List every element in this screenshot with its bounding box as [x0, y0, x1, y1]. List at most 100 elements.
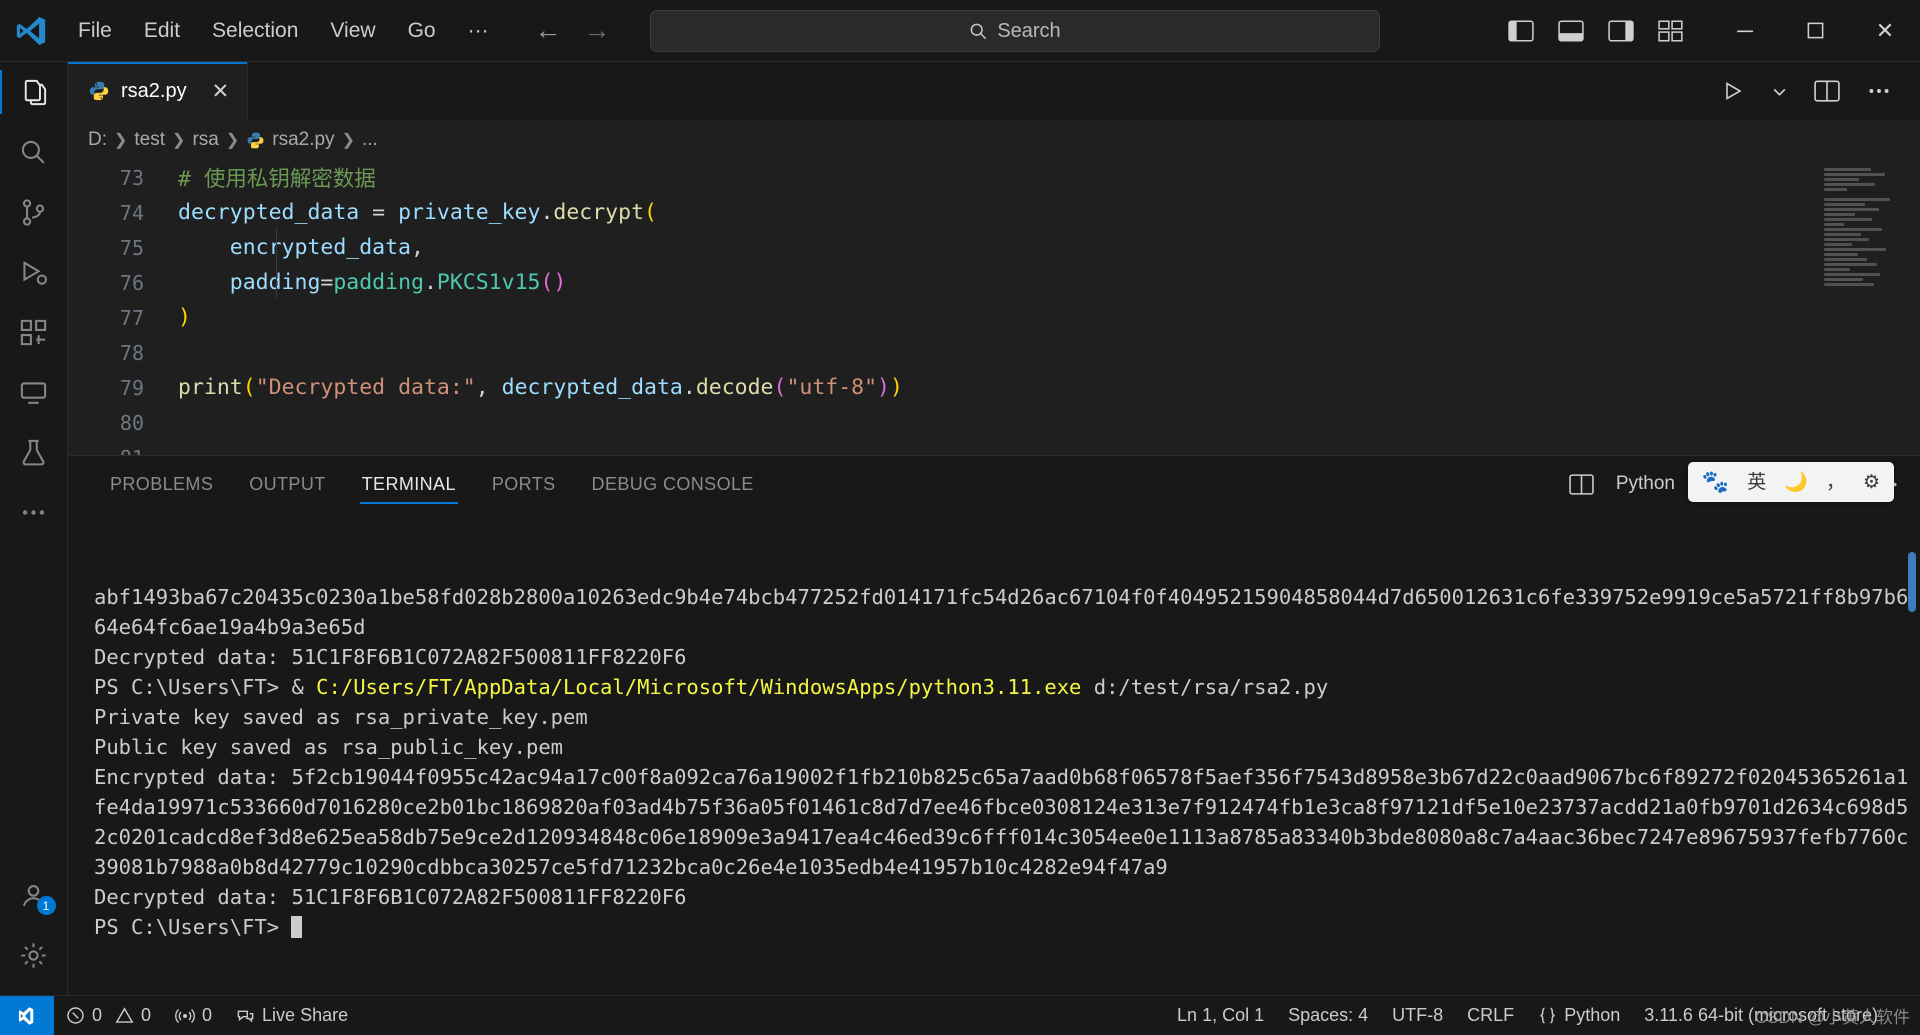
menu-more-icon[interactable]: ···: [452, 14, 505, 47]
tab-label: rsa2.py: [121, 79, 187, 102]
breadcrumb-item-drive[interactable]: D:: [88, 129, 107, 151]
breadcrumb-item-symbol[interactable]: ...: [362, 129, 378, 151]
split-pane-icon[interactable]: [1569, 473, 1594, 495]
status-language-mode[interactable]: Python: [1526, 1005, 1632, 1026]
close-icon[interactable]: ✕: [212, 79, 230, 104]
tab-terminal[interactable]: TERMINAL: [344, 456, 474, 512]
terminal-line: Public key saved as rsa_public_key.pem: [94, 735, 563, 759]
status-editor-position[interactable]: Ln 1, Col 1: [1165, 1005, 1276, 1026]
title-bar: File Edit Selection View Go ··· ← → Sear…: [0, 0, 1920, 62]
menu-edit[interactable]: Edit: [128, 14, 196, 47]
customize-layout-icon[interactable]: [1658, 19, 1684, 42]
manage-gear-icon[interactable]: [0, 925, 68, 985]
search-placeholder: Search: [997, 19, 1061, 42]
menu-file[interactable]: File: [62, 14, 128, 47]
minimap[interactable]: [1824, 168, 1902, 318]
line-number: 73: [119, 165, 144, 190]
more-actions-icon[interactable]: [1866, 80, 1892, 102]
activity-bar: 1: [0, 62, 68, 995]
accounts-icon[interactable]: 1: [0, 865, 68, 925]
line-number: 77: [119, 305, 144, 330]
terminal-output[interactable]: abf1493ba67c20435c0230a1be58fd028b2800a1…: [68, 512, 1920, 995]
terminal-lines: abf1493ba67c20435c0230a1be58fd028b2800a1…: [94, 582, 1920, 942]
line-number: 76: [119, 270, 144, 295]
status-ports[interactable]: 0: [163, 996, 224, 1035]
terminal-line: Private key saved as rsa_private_key.pem: [94, 705, 588, 729]
menu-bar: File Edit Selection View Go ···: [62, 0, 505, 61]
code-text: encrypted_data,: [229, 235, 424, 260]
error-count: 0: [92, 1005, 103, 1025]
status-live-share[interactable]: Live Share: [224, 996, 360, 1035]
code-line: 79 print("Decrypted data:", decrypted_dat…: [68, 370, 1920, 405]
editor-group: rsa2.py ✕ D: ❯ test ❯ rsa ❯ rsa2.py ❯ ..…: [68, 62, 1920, 995]
code-line: 77): [68, 300, 1920, 335]
terminal-line: PS C:\Users\FT> & C:/Users/FT/AppData/Lo…: [94, 675, 1329, 699]
maximize-button[interactable]: [1780, 0, 1850, 62]
vscode-logo-icon: [0, 14, 62, 48]
tab-rsa2-py[interactable]: rsa2.py ✕: [68, 62, 248, 120]
baidu-paw-icon[interactable]: 🐾: [1702, 471, 1729, 493]
menu-go[interactable]: Go: [392, 14, 452, 47]
ime-mode-label[interactable]: 英: [1747, 473, 1766, 492]
toggle-primary-sidebar-icon[interactable]: [1508, 19, 1534, 42]
warning-count: 0: [141, 1005, 152, 1025]
sidebar-item-remote-explorer[interactable]: [0, 362, 68, 422]
terminal-line: Decrypted data: 51C1F8F6B1C072A82F500811…: [94, 885, 687, 909]
panel-header: PROBLEMS OUTPUT TERMINAL PORTS DEBUG CON…: [68, 456, 1920, 512]
gear-icon[interactable]: ⚙: [1863, 473, 1880, 492]
chevron-down-icon[interactable]: [1771, 83, 1788, 100]
code-text: decrypted_data = private_key.decrypt(: [178, 200, 657, 225]
command-center-search[interactable]: Search: [650, 10, 1380, 52]
status-problems[interactable]: 0 0: [54, 996, 163, 1035]
moon-icon[interactable]: 🌙: [1784, 473, 1808, 492]
tab-problems[interactable]: PROBLEMS: [92, 456, 231, 512]
arrow-right-icon[interactable]: →: [584, 17, 611, 44]
toggle-panel-icon[interactable]: [1558, 19, 1584, 42]
split-editor-icon[interactable]: [1814, 80, 1840, 102]
code-line: 73 # 使用私钥解密数据: [68, 160, 1920, 195]
minimize-button[interactable]: ─: [1710, 0, 1780, 62]
terminal-line: PS C:\Users\FT>: [94, 912, 1920, 942]
tab-debug-console[interactable]: DEBUG CONSOLE: [574, 456, 772, 512]
line-number: 75: [119, 235, 144, 260]
sidebar-item-testing[interactable]: [0, 422, 68, 482]
breadcrumb-item-rsa[interactable]: rsa: [192, 129, 218, 151]
sidebar-item-explorer[interactable]: [0, 62, 68, 122]
watermark: CSDN @小黄人软件: [1754, 1008, 1910, 1027]
sidebar-item-source-control[interactable]: [0, 182, 68, 242]
remote-window-icon[interactable]: [0, 995, 54, 1035]
code-line: 74 decrypted_data = private_key.decrypt(: [68, 195, 1920, 230]
ime-toolbar[interactable]: 🐾 英 🌙 ， ⚙: [1687, 462, 1894, 502]
breadcrumb-item-file[interactable]: rsa2.py: [272, 129, 334, 151]
code-editor[interactable]: 73 # 使用私钥解密数据 74 decrypted_data = private_k…: [68, 160, 1920, 455]
layout-controls: [1508, 19, 1710, 42]
status-bar: 0 0 0 Live Share Ln 1, Col 1 Spaces: 4 U…: [0, 995, 1920, 1035]
vscode-window: File Edit Selection View Go ··· ← → Sear…: [0, 0, 1920, 1035]
search-icon: [969, 22, 988, 41]
sidebar-item-more-views[interactable]: [0, 482, 68, 542]
sidebar-item-extensions[interactable]: [0, 302, 68, 362]
run-python-file-icon[interactable]: [1721, 79, 1745, 103]
close-button[interactable]: ✕: [1850, 0, 1920, 62]
terminal-line: Encrypted data: 5f2cb19044f0955c42ac94a1…: [94, 765, 1909, 879]
sidebar-item-search[interactable]: [0, 122, 68, 182]
tab-output[interactable]: OUTPUT: [231, 456, 343, 512]
terminal-cursor: [291, 916, 303, 938]
sidebar-item-run-and-debug[interactable]: [0, 242, 68, 302]
toggle-secondary-sidebar-icon[interactable]: [1608, 19, 1634, 42]
punctuation-icon[interactable]: ，: [1826, 473, 1845, 492]
status-indentation[interactable]: Spaces: 4: [1276, 1005, 1380, 1026]
python-file-icon: [246, 131, 265, 150]
menu-selection[interactable]: Selection: [196, 14, 314, 47]
breadcrumb-item-test[interactable]: test: [134, 129, 165, 151]
terminal-scrollbar[interactable]: [1908, 552, 1916, 612]
terminal-line: Decrypted data: 51C1F8F6B1C072A82F500811…: [94, 645, 687, 669]
status-eol[interactable]: CRLF: [1455, 1005, 1526, 1026]
tab-ports[interactable]: PORTS: [474, 456, 574, 512]
code-line: 76 padding=padding.PKCS1v15(): [68, 265, 1920, 300]
menu-view[interactable]: View: [314, 14, 391, 47]
terminal-line: abf1493ba67c20435c0230a1be58fd028b2800a1…: [94, 585, 1909, 639]
terminal-name-label[interactable]: Python: [1616, 473, 1675, 495]
arrow-left-icon[interactable]: ←: [535, 17, 562, 44]
status-encoding[interactable]: UTF-8: [1380, 1005, 1455, 1026]
